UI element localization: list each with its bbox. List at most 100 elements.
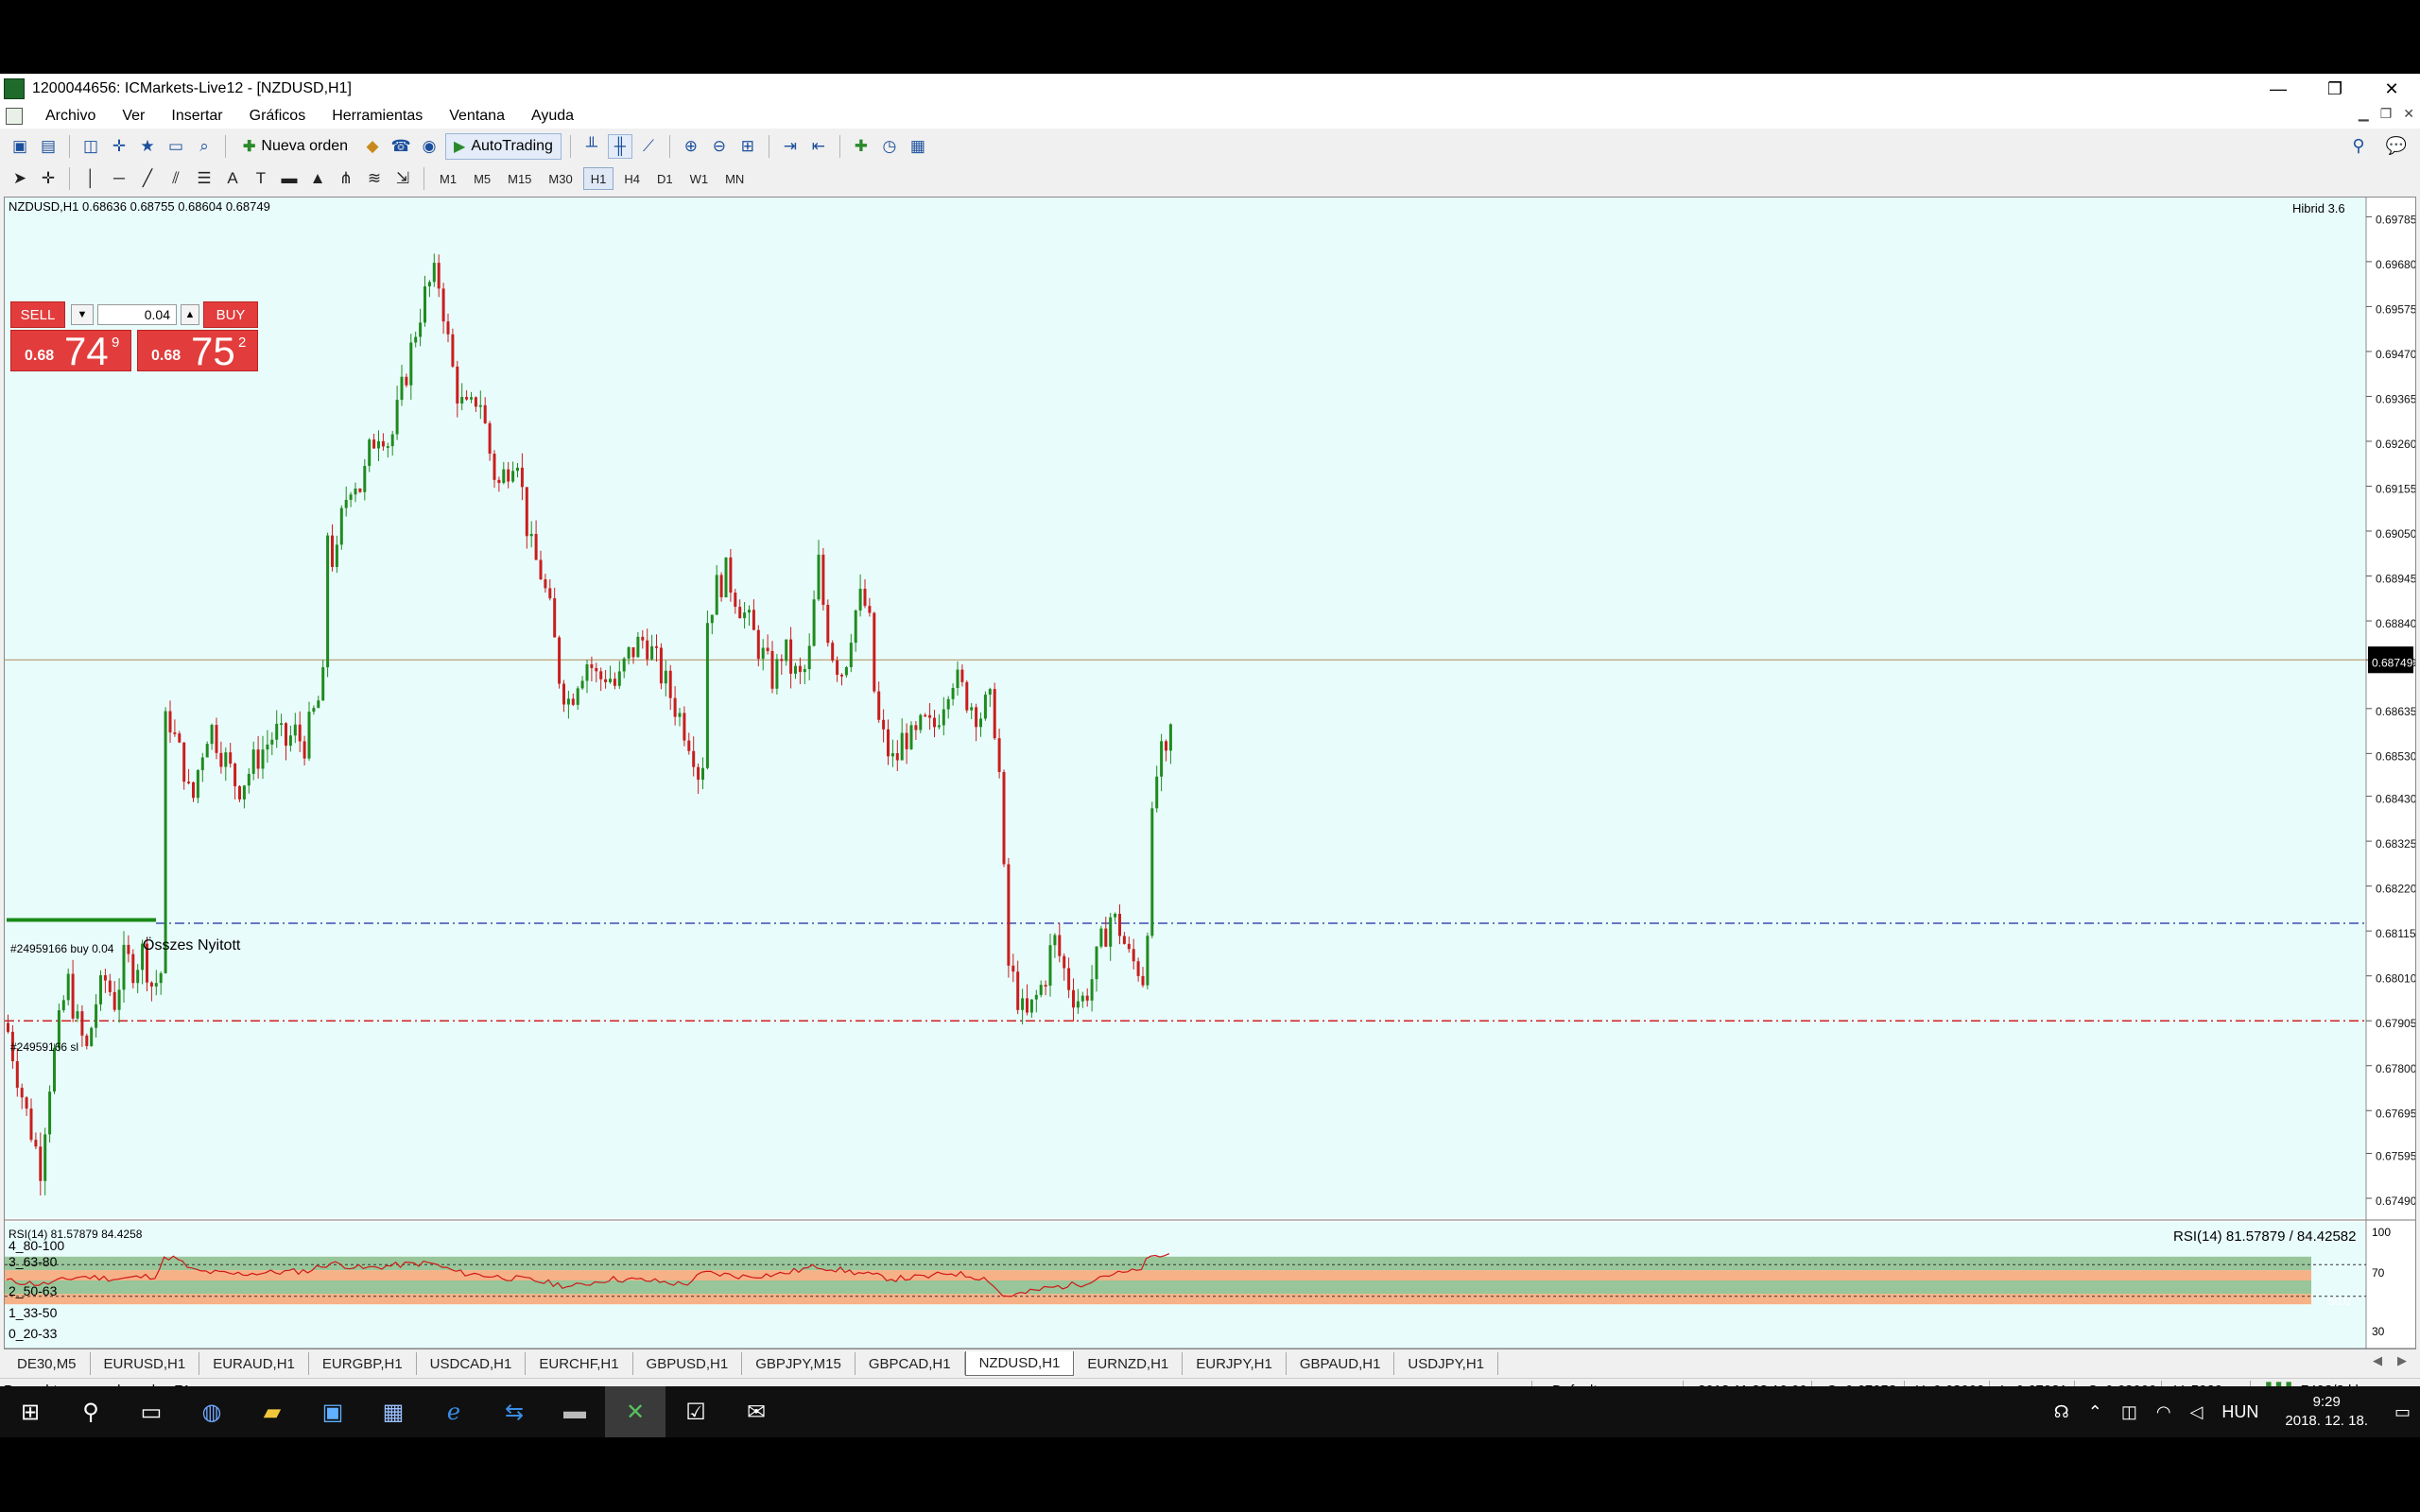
timeframe-h4[interactable]: H4: [617, 167, 647, 190]
timeframe-mn[interactable]: MN: [718, 167, 751, 190]
text-icon[interactable]: A: [220, 166, 245, 191]
tab-eurjpy-h1[interactable]: EURJPY,H1: [1183, 1352, 1287, 1375]
edge-icon[interactable]: ℯ: [424, 1386, 484, 1437]
timeframe-m1[interactable]: M1: [433, 167, 463, 190]
title-bar[interactable]: 1200044656: ICMarkets-Live12 - [NZDUSD,H…: [0, 74, 2420, 104]
data-window-icon[interactable]: ✛: [107, 134, 131, 159]
chart-document-icon[interactable]: [6, 108, 23, 125]
search-icon[interactable]: ⚲: [60, 1386, 121, 1437]
lot-size-input[interactable]: [97, 304, 177, 325]
tasks-app-icon[interactable]: ☑: [666, 1386, 726, 1437]
chat-icon[interactable]: 💬: [2386, 136, 2407, 156]
line-chart-icon[interactable]: ⟋: [636, 134, 661, 159]
crosshair-icon[interactable]: ✛: [36, 166, 60, 191]
menu-herramientas[interactable]: Herramientas: [319, 108, 436, 125]
metatrader-taskbar-icon[interactable]: ✕: [605, 1386, 666, 1437]
tab-eurusd-h1[interactable]: EURUSD,H1: [91, 1352, 200, 1375]
browser-app-icon[interactable]: ◍: [182, 1386, 242, 1437]
metaeditor-icon[interactable]: ◆: [360, 134, 385, 159]
tab-gbpusd-h1[interactable]: GBPUSD,H1: [633, 1352, 743, 1375]
minimize-button[interactable]: —: [2250, 74, 2307, 104]
tray-expand-icon[interactable]: ⌃: [2079, 1402, 2112, 1422]
tab-usdjpy-h1[interactable]: USDJPY,H1: [1394, 1352, 1499, 1375]
menu-ver[interactable]: Ver: [109, 108, 158, 125]
people-icon[interactable]: ☊: [2045, 1402, 2079, 1422]
mdi-minimize-icon[interactable]: ▁: [2359, 106, 2369, 122]
bar-chart-icon[interactable]: ╨: [579, 134, 604, 159]
menu-graficos[interactable]: Gráficos: [236, 108, 320, 125]
indicators-icon[interactable]: ✚: [849, 134, 873, 159]
store-icon[interactable]: ▣: [302, 1386, 363, 1437]
timeframe-m5[interactable]: M5: [467, 167, 497, 190]
keyboard-language[interactable]: HUN: [2212, 1402, 2268, 1422]
chart-window[interactable]: 0.69785 0.69680 0.69575 0.69470 0.69365 0.692…: [4, 197, 2417, 1375]
file-explorer-icon[interactable]: ▰: [242, 1386, 302, 1437]
task-view-icon[interactable]: ▭: [121, 1386, 182, 1437]
triangle-icon[interactable]: ▲: [305, 166, 330, 191]
sell-price-quote[interactable]: 0.68 74 9: [10, 329, 131, 373]
trendline-icon[interactable]: ╱: [135, 166, 160, 191]
market-icon[interactable]: ◉: [417, 134, 441, 159]
search-icon[interactable]: ⚲: [2352, 136, 2364, 156]
windows-start-icon[interactable]: ⊞: [0, 1386, 60, 1437]
chart-shift-icon[interactable]: ⇤: [806, 134, 831, 159]
market-watch-icon[interactable]: ◫: [78, 134, 103, 159]
lot-increase-icon[interactable]: ▲: [181, 304, 199, 325]
auto-scroll-icon[interactable]: ⇥: [778, 134, 803, 159]
volume-icon[interactable]: ◁: [2181, 1402, 2213, 1422]
menu-archivo[interactable]: Archivo: [32, 108, 109, 125]
menu-insertar[interactable]: Insertar: [158, 108, 235, 125]
video-app-icon[interactable]: ▬: [544, 1386, 605, 1437]
close-button[interactable]: ✕: [2363, 74, 2420, 104]
tab-gbpjpy-m15[interactable]: GBPJPY,M15: [742, 1352, 856, 1375]
mdi-close-icon[interactable]: ✕: [2403, 106, 2414, 122]
buy-order-label[interactable]: #24959166 buy 0.04: [10, 942, 113, 955]
tab-gbpcad-h1[interactable]: GBPCAD,H1: [856, 1352, 965, 1375]
tab-eurnzd-h1[interactable]: EURNZD,H1: [1074, 1352, 1184, 1375]
channel-icon[interactable]: ⫽: [164, 166, 188, 191]
teamviewer-icon[interactable]: ⇆: [484, 1386, 544, 1437]
buy-price-quote[interactable]: 0.68 75 2: [137, 329, 258, 373]
tab-scroll-right-icon[interactable]: ▶: [2397, 1353, 2407, 1368]
stop-loss-label[interactable]: #24959166 sl: [10, 1040, 78, 1054]
timeframe-m30[interactable]: M30: [542, 167, 579, 190]
price-chart-svg[interactable]: 0.69785 0.69680 0.69575 0.69470 0.69365 0.692…: [5, 198, 2415, 1349]
horizontal-line-icon[interactable]: ─: [107, 166, 131, 191]
zoom-in-icon[interactable]: ⊕: [679, 134, 703, 159]
network-icon[interactable]: ◫: [2112, 1402, 2147, 1422]
profiles-icon[interactable]: ▤: [36, 134, 60, 159]
tab-scroll-left-icon[interactable]: ◀: [2373, 1353, 2382, 1368]
tab-eurgbp-h1[interactable]: EURGBP,H1: [309, 1352, 417, 1375]
app-icon[interactable]: ▦: [363, 1386, 424, 1437]
vertical-line-icon[interactable]: │: [78, 166, 103, 191]
notifications-icon[interactable]: ▭: [2385, 1402, 2420, 1422]
periods-icon[interactable]: ◷: [877, 134, 902, 159]
zoom-out-icon[interactable]: ⊖: [707, 134, 732, 159]
terminal-icon[interactable]: ▭: [164, 134, 188, 159]
autotrading-button[interactable]: ▶ AutoTrading: [445, 133, 562, 160]
timeframe-d1[interactable]: D1: [650, 167, 680, 190]
tile-windows-icon[interactable]: ⊞: [735, 134, 760, 159]
fibonacci-icon[interactable]: ☰: [192, 166, 216, 191]
chart-area[interactable]: 0.69785 0.69680 0.69575 0.69470 0.69365 0.692…: [5, 198, 2417, 1375]
tab-nzdusd-h1[interactable]: NZDUSD,H1: [964, 1351, 1075, 1376]
strategy-tester-icon[interactable]: ⌕: [192, 134, 216, 159]
candlestick-icon[interactable]: ╫: [607, 134, 632, 159]
taskbar-clock[interactable]: 9:29 2018. 12. 18.: [2268, 1393, 2385, 1431]
text-label-icon[interactable]: T: [249, 166, 273, 191]
sell-button[interactable]: SELL: [10, 301, 65, 328]
buy-button[interactable]: BUY: [203, 301, 258, 328]
tab-eurchf-h1[interactable]: EURCHF,H1: [526, 1352, 633, 1375]
gann-icon[interactable]: ≋: [362, 166, 387, 191]
timeframe-h1[interactable]: H1: [582, 167, 614, 190]
new-order-button[interactable]: ✚ Nueva orden: [234, 133, 356, 160]
rectangle-icon[interactable]: ▬: [277, 166, 302, 191]
tab-gbpaud-h1[interactable]: GBPAUD,H1: [1287, 1352, 1395, 1375]
menu-ayuda[interactable]: Ayuda: [518, 108, 587, 125]
wifi-icon[interactable]: ◠: [2147, 1402, 2181, 1422]
templates-icon[interactable]: ▦: [906, 134, 930, 159]
arrows-icon[interactable]: ⇲: [390, 166, 415, 191]
lot-dropdown-arrow-icon[interactable]: ▼: [71, 304, 94, 325]
tab-euraud-h1[interactable]: EURAUD,H1: [199, 1352, 309, 1375]
tab-usdcad-h1[interactable]: USDCAD,H1: [417, 1352, 527, 1375]
